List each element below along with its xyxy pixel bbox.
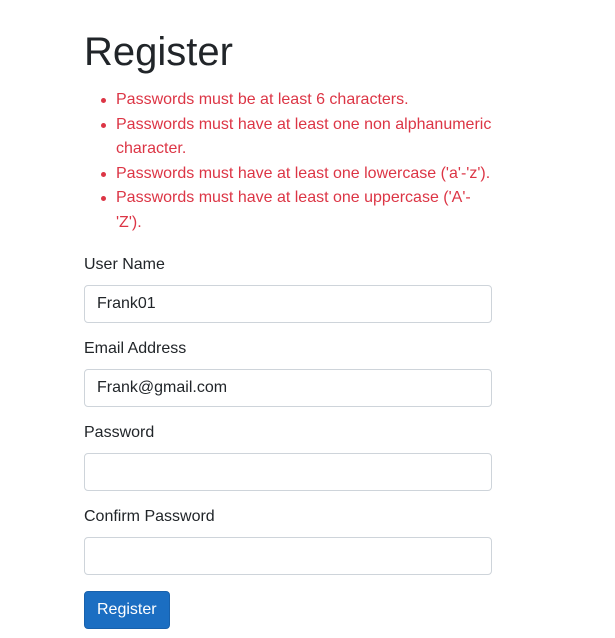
user-name-input[interactable] (84, 285, 492, 323)
register-button[interactable]: Register (84, 591, 170, 629)
email-label: Email Address (84, 340, 187, 357)
confirm-password-label: Confirm Password (84, 508, 215, 525)
validation-error-item: Passwords must be at least 6 characters. (98, 88, 492, 113)
validation-error-item: Passwords must have at least one upperca… (98, 186, 492, 235)
page-title: Register (84, 30, 233, 74)
confirm-password-input[interactable] (84, 537, 492, 575)
email-group: Email Address (84, 337, 492, 407)
password-input[interactable] (84, 453, 492, 491)
validation-error-item: Passwords must have at least one non alp… (98, 113, 492, 162)
user-name-group: User Name (84, 253, 492, 323)
password-group: Password (84, 421, 492, 491)
confirm-password-group: Confirm Password (84, 505, 492, 575)
email-input[interactable] (84, 369, 492, 407)
register-container: Register Passwords must be at least 6 ch… (84, 28, 492, 629)
validation-summary: Passwords must be at least 6 characters.… (84, 88, 492, 235)
validation-error-item: Passwords must have at least one lowerca… (98, 162, 492, 187)
password-label: Password (84, 424, 155, 441)
user-name-label: User Name (84, 256, 165, 273)
